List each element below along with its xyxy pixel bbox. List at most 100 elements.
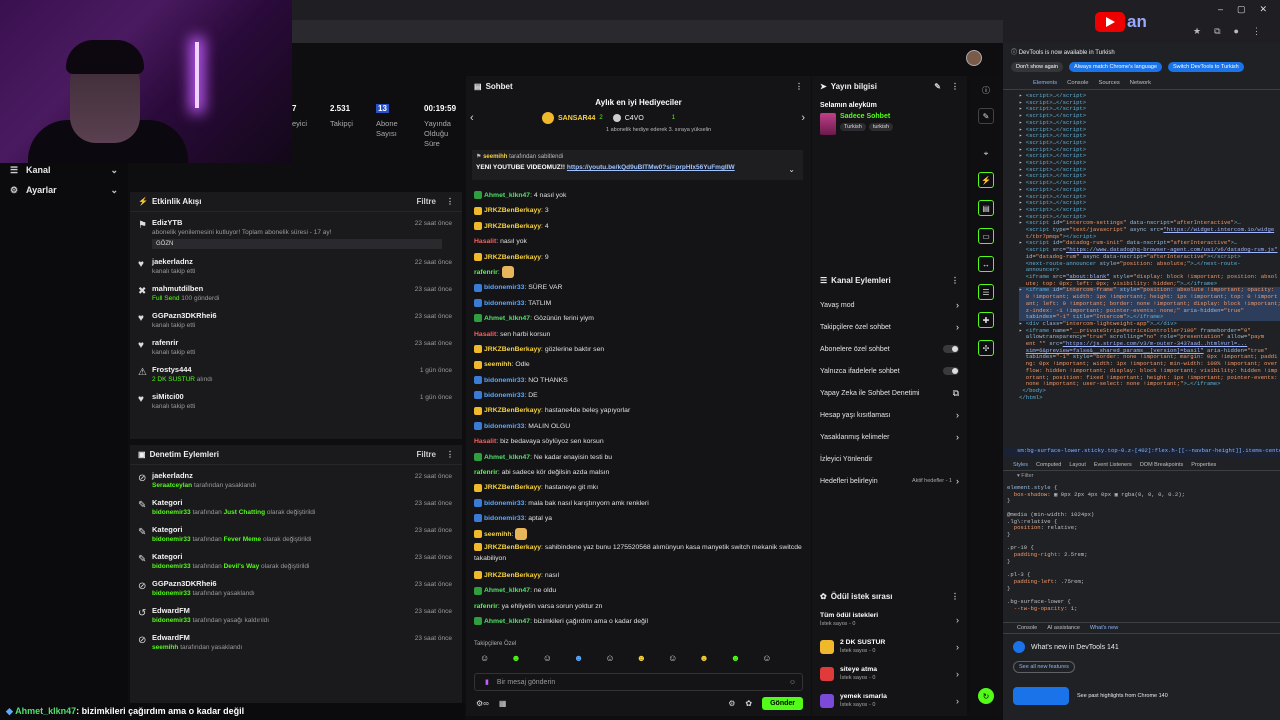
tab-console[interactable]: Console <box>1067 80 1088 86</box>
moderation-actor[interactable]: bidonemir33 <box>152 617 191 624</box>
moderation-row[interactable]: ✎ Kategori bidonemir33 tarafından Devil's … <box>130 552 462 576</box>
dont-show-again-button[interactable]: Don't show again <box>1011 62 1064 72</box>
edit-icon[interactable]: ✎ <box>934 82 941 91</box>
chat-message[interactable]: Hasalit: nasıl yok <box>466 234 811 249</box>
filter-button[interactable]: Filtre <box>416 450 436 459</box>
chat-message[interactable]: bidonemir33: SÜRE VAR <box>466 280 811 295</box>
chat-message[interactable]: bidonemir33: mala bak nasıl karıştırıyor… <box>466 496 811 511</box>
emote-icon[interactable]: ☻ <box>511 653 520 663</box>
emote-icon[interactable]: ☻ <box>731 653 740 663</box>
chat-message[interactable]: Ahmet_klkn47: Ne kadar enayisin testi bu <box>466 450 811 465</box>
reward-row[interactable]: siteye atma İstek sayısı - 0 › <box>812 660 967 687</box>
chat-settings-icon[interactable]: ⚙∞ <box>476 699 489 708</box>
chat-username[interactable]: JRKZBenBerkayy <box>484 346 541 353</box>
see-all-features-button[interactable]: See all new features <box>1013 661 1075 673</box>
chat-username[interactable]: bidonemir33 <box>484 423 524 430</box>
chat-message[interactable]: Ahmet_klkn47: ne oldu <box>466 583 811 598</box>
emote-icon[interactable]: ☺ <box>605 653 614 663</box>
emote-icon[interactable]: ☺ <box>480 653 489 663</box>
toggle-switch[interactable] <box>943 345 959 353</box>
doc-icon[interactable]: ▤ <box>978 200 994 216</box>
reward-row[interactable]: Tüm ödül istekleri İstek sayısı - 0 › <box>812 606 967 633</box>
styles-filter[interactable]: ▾ Filter <box>1017 473 1034 479</box>
chat-message[interactable]: Ahmet_klkn47: 4 nasıl yok <box>466 188 811 203</box>
drawer-tab[interactable]: Console <box>1017 625 1037 631</box>
styles-tab[interactable]: Event Listeners <box>1094 462 1132 468</box>
chat-username[interactable]: Ahmet_klkn47 <box>484 315 530 322</box>
chat-message[interactable]: JRKZBenBerkayy: sahibindene yaz bunu 127… <box>466 542 811 568</box>
activity-row[interactable]: ⚠ Frostys444 2 DK SUSTUR alındı 1 gün önce <box>130 365 462 389</box>
chat-message[interactable]: seemihh: Odle <box>466 357 811 372</box>
channel-action-row[interactable]: Takipçilere özel sohbet › <box>812 316 967 338</box>
extensions-icon[interactable]: ⧉ <box>1214 26 1220 37</box>
chat-username[interactable]: seemihh <box>484 361 512 368</box>
styles-pane[interactable]: element.style { box-shadow: ▣ 0px 2px 4p… <box>1007 485 1277 620</box>
tab-elements[interactable]: Elements <box>1033 80 1057 86</box>
more-icon[interactable]: ⋮ <box>446 450 454 459</box>
calendar-icon[interactable]: ▦ <box>499 699 507 708</box>
chat-username[interactable]: seemihh <box>484 531 512 538</box>
reward-row[interactable]: 2 DK SUSTUR İstek sayısı - 0 › <box>812 633 967 660</box>
chat-username[interactable]: JRKZBenBerkayy <box>484 572 541 579</box>
gift-top-user[interactable]: SANSAR44 <box>558 115 595 122</box>
match-language-button[interactable]: Always match Chrome's language <box>1069 62 1163 72</box>
chat-message[interactable]: JRKZBenBerkayy: gözlerine baktır sen <box>466 342 811 357</box>
menu-icon[interactable]: ⋮ <box>1252 26 1261 37</box>
channel-action-row[interactable]: İzleyici Yönlendir <box>812 448 967 470</box>
chat-message[interactable]: Hasalit: biz bedavaya söylüyoz sen korsu… <box>466 434 811 449</box>
styles-tab[interactable]: Computed <box>1036 462 1061 468</box>
chat-message[interactable]: JRKZBenBerkayy: hastane4de beleş yapıyor… <box>466 403 811 418</box>
more-icon[interactable]: ⋮ <box>951 592 959 601</box>
dom-tree[interactable]: ▸ <script>…</script> ▸ <script>…</script… <box>1003 90 1280 440</box>
pencil-icon[interactable]: ✎ <box>978 108 994 124</box>
chat-username[interactable]: bidonemir33 <box>484 500 524 507</box>
chat-message[interactable]: JRKZBenBerkayy: 9 <box>466 250 811 265</box>
chat-message[interactable]: JRKZBenBerkayy: 4 <box>466 219 811 234</box>
chevron-right-icon[interactable]: › <box>801 112 805 124</box>
switch-language-button[interactable]: Switch DevTools to Turkish <box>1168 62 1244 72</box>
styles-tab[interactable]: Properties <box>1191 462 1216 468</box>
channel-action-row[interactable]: Hesap yaşı kısıtlaması › <box>812 404 967 426</box>
pinned-link[interactable]: https://youtu.be/kQd9uBITMw0?si=prpHIx56… <box>567 164 735 171</box>
activity-row[interactable]: ♥ rafenrir kanalı takip etti 23 saat önce <box>130 338 462 362</box>
emoji-icon[interactable]: ☺ <box>789 679 796 686</box>
chat-message[interactable]: JRKZBenBerkayy: nasıl <box>466 568 811 583</box>
chat-message[interactable]: rafenrir: abi sadece kör değilsin azda m… <box>466 465 811 480</box>
styles-tab[interactable]: Styles <box>1013 462 1028 468</box>
chevron-left-icon[interactable]: ‹ <box>470 112 474 124</box>
chat-username[interactable]: bidonemir33 <box>484 377 524 384</box>
chat-username[interactable]: bidonemir33 <box>484 284 524 291</box>
toggle-switch[interactable] <box>943 367 959 375</box>
chat-message[interactable]: Ahmet_klkn47: bizimkileri çağırdım ama o… <box>466 614 811 629</box>
bolt-tool-icon[interactable]: ⚡ <box>978 172 994 188</box>
gift-icon[interactable]: ✿ <box>745 699 752 708</box>
bookmark-star-icon[interactable]: ★ <box>1193 26 1201 37</box>
send-button[interactable]: Gönder <box>762 697 803 710</box>
chat-message[interactable]: Ahmet_klkn47: Gözünün ferini yiym <box>466 311 811 326</box>
chat-username[interactable]: rafenrir <box>474 269 498 276</box>
channel-action-row[interactable]: Hedefleri belirleyin Aktif hedefler - 1 › <box>812 470 967 492</box>
moderation-row[interactable]: ✎ Kategori bidonemir33 tarafından Just Cha… <box>130 498 462 522</box>
filter-button[interactable]: Filtre <box>416 197 436 206</box>
chat-username[interactable]: rafenrir <box>474 469 498 476</box>
tab-network[interactable]: Network <box>1130 80 1151 86</box>
styles-tab[interactable]: Layout <box>1069 462 1086 468</box>
gift-second-user[interactable]: C4VO <box>625 115 644 122</box>
window-controls[interactable]: – ▢ ✕ <box>1218 4 1267 15</box>
channel-action-row[interactable]: Yapay Zeka ile Sohbet Denetimi ⧉ <box>812 382 967 404</box>
drawer-tab[interactable]: AI assistance <box>1047 625 1080 631</box>
chat-message[interactable]: bidonemir33: MALIN OLGU <box>466 419 811 434</box>
emote-icon[interactable]: ☻ <box>637 653 646 663</box>
apps-icon[interactable]: ✣ <box>978 340 994 356</box>
chat-input[interactable]: ▮ Bir mesaj gönderin ☺ <box>474 673 803 691</box>
chat-username[interactable]: JRKZBenBerkayy <box>484 544 541 551</box>
chat-message[interactable]: Hasalit: sen harbi korsun <box>466 327 811 342</box>
chat-message[interactable]: rafenrir: ya ehliyetin varsa sorun yoktu… <box>466 599 811 614</box>
chat-username[interactable]: Ahmet_klkn47 <box>484 192 530 199</box>
chat-bubble-icon[interactable]: ▭ <box>978 228 994 244</box>
activity-row[interactable]: ♥ siMitci00 kanalı takip etti 1 gün önce <box>130 392 462 416</box>
activity-row[interactable]: ✖ mahmutdilben Full Send 100 gönderdi 23 sa… <box>130 284 462 308</box>
chat-username[interactable]: JRKZBenBerkayy <box>484 223 541 230</box>
activity-row[interactable]: ⚑ EdizYTB abonelik yenilemesini kutluyor! … <box>130 218 462 254</box>
chat-username[interactable]: Ahmet_klkn47 <box>484 587 530 594</box>
